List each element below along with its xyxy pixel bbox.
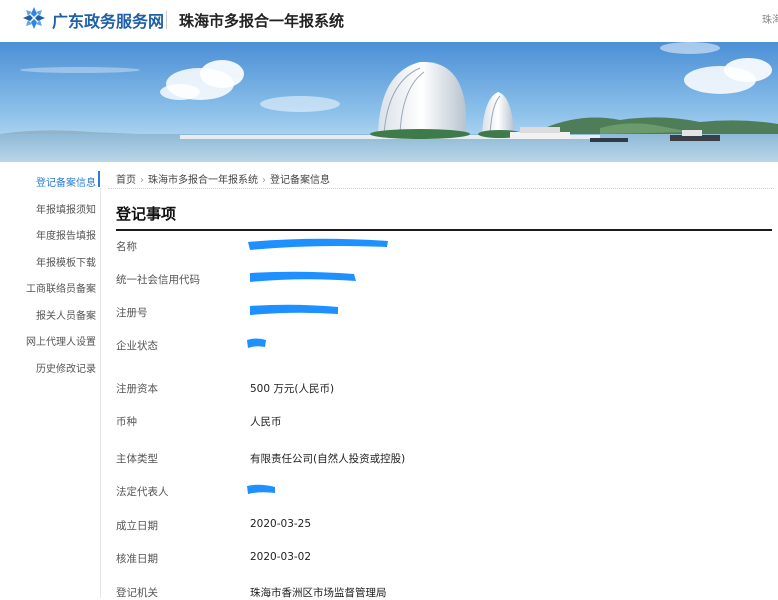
redaction-mark-status <box>247 338 266 348</box>
header-divider <box>166 11 167 29</box>
sidebar-item-annual-report[interactable]: 年度报告填报 <box>36 227 96 242</box>
system-title: 珠海市多报合一年报系统 <box>179 12 345 30</box>
sidebar-item-registration-info[interactable]: 登记备案信息 <box>36 174 96 189</box>
breadcrumb-separator-icon: › <box>262 175 266 186</box>
redaction-mark-name <box>248 238 388 250</box>
field-label-approval-date: 核准日期 <box>116 553 158 565</box>
banner-image <box>0 42 778 162</box>
field-label-currency: 币种 <box>116 416 137 428</box>
redaction-mark-reg-number <box>250 304 338 315</box>
field-label-legal-rep: 法定代表人 <box>116 486 169 498</box>
sidebar-item-report-notice[interactable]: 年报填报须知 <box>36 201 96 216</box>
field-value-currency: 人民币 <box>250 416 282 428</box>
breadcrumb-current: 登记备案信息 <box>270 175 330 186</box>
field-value-approval-date: 2020-03-02 <box>250 551 312 563</box>
breadcrumb-home[interactable]: 首页 <box>116 175 136 186</box>
sidebar-active-indicator <box>98 171 100 187</box>
field-value-capital: 500 万元(人民币) <box>250 383 335 395</box>
field-value-entity-type: 有限责任公司(自然人投资或控股) <box>250 453 406 465</box>
field-label-capital: 注册资本 <box>116 383 158 395</box>
section-title: 登记事项 <box>116 205 177 223</box>
header-right-text[interactable]: 珠海 <box>762 11 778 26</box>
field-label-reg-number: 注册号 <box>116 307 148 319</box>
portal-name[interactable]: 广东政务服务网 <box>52 8 164 32</box>
sidebar-item-history[interactable]: 历史修改记录 <box>36 360 96 375</box>
field-label-established-date: 成立日期 <box>116 520 158 532</box>
breadcrumb-system[interactable]: 珠海市多报合一年报系统 <box>148 175 258 186</box>
field-label-credit-code: 统一社会信用代码 <box>116 274 200 286</box>
breadcrumb: 首页 › 珠海市多报合一年报系统 › 登记备案信息 <box>116 171 330 186</box>
sidebar-item-liaison-filing[interactable]: 工商联络员备案 <box>26 280 96 295</box>
sidebar-item-agent-settings[interactable]: 网上代理人设置 <box>26 333 96 348</box>
section-rule <box>116 229 772 231</box>
sidebar-item-template-download[interactable]: 年报模板下载 <box>36 254 96 269</box>
breadcrumb-divider <box>108 188 774 189</box>
field-value-established-date: 2020-03-25 <box>250 518 312 530</box>
field-label-status: 企业状态 <box>116 340 158 352</box>
redaction-mark-credit-code <box>250 271 356 282</box>
breadcrumb-separator-icon: › <box>140 175 144 186</box>
redaction-mark-legal-rep <box>247 484 275 494</box>
field-label-name: 名称 <box>116 241 137 253</box>
portal-logo-icon <box>23 7 45 29</box>
sidebar-divider <box>100 188 101 598</box>
top-header: 广东政务服务网 珠海市多报合一年报系统 珠海 <box>0 0 778 42</box>
sidebar-item-customs-filing[interactable]: 报关人员备案 <box>36 307 96 322</box>
field-label-entity-type: 主体类型 <box>116 453 158 465</box>
